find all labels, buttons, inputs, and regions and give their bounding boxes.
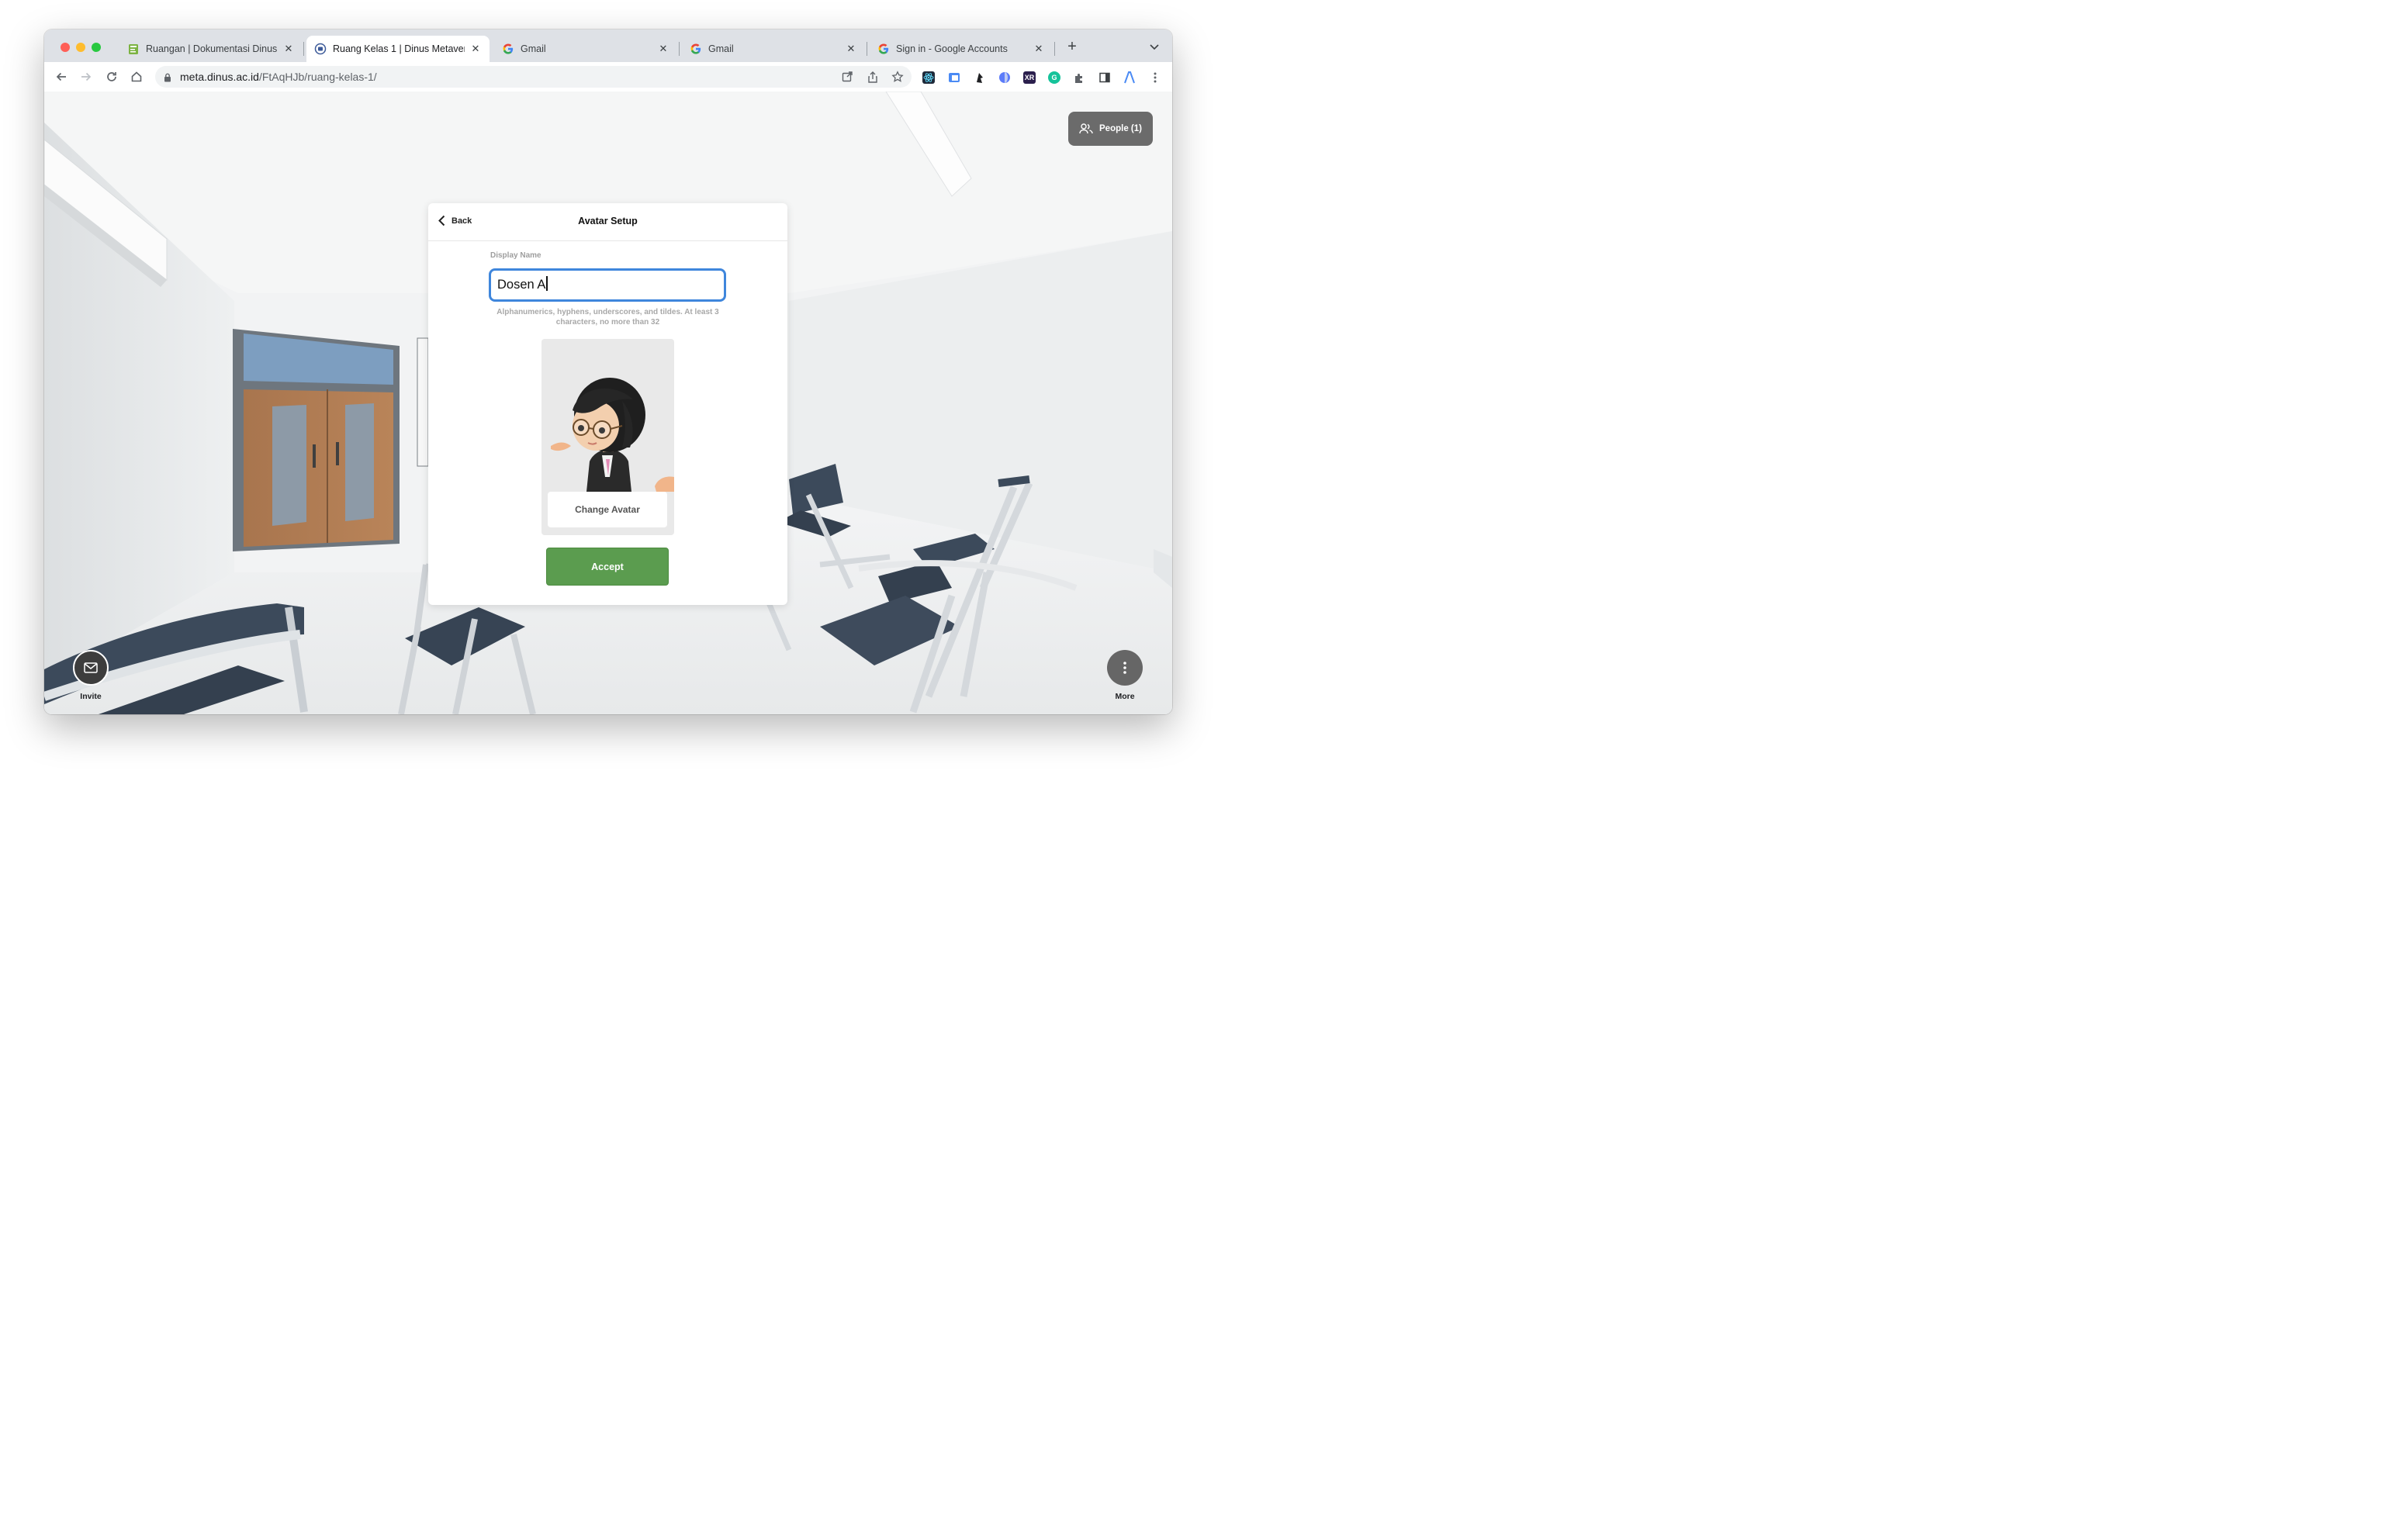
close-icon[interactable]: ✕: [845, 43, 857, 55]
share-icon[interactable]: [867, 71, 879, 83]
bird-extension-icon[interactable]: [974, 71, 986, 84]
browser-toolbar: meta.dinus.ac.id/FtAqHJb/ruang-kelas-1/ …: [44, 62, 1172, 92]
puzzle-extensions-icon[interactable]: [1073, 71, 1085, 84]
window-maximize-button[interactable]: [92, 43, 101, 52]
avatar-preview-card: Change Avatar: [541, 339, 674, 535]
xr-extension-icon[interactable]: XR: [1023, 71, 1036, 84]
tab-title: Gmail: [708, 43, 734, 54]
display-name-label: Display Name: [490, 251, 541, 260]
window-close-button[interactable]: [61, 43, 70, 52]
close-icon[interactable]: ✕: [469, 43, 482, 55]
browser-menu-icon[interactable]: [1149, 71, 1161, 84]
tab-search-chevron-icon[interactable]: [1147, 40, 1161, 54]
back-arrow-icon[interactable]: [54, 69, 69, 85]
close-icon[interactable]: ✕: [282, 43, 295, 55]
browser-tab-gmail-1[interactable]: Gmail ✕: [494, 36, 677, 62]
tab-strip: Ruangan | Dokumentasi Dinus M ✕ Ruang Ke…: [44, 29, 1172, 62]
url-path: /FtAqHJb/ruang-kelas-1/: [258, 71, 377, 83]
home-icon[interactable]: [129, 69, 144, 85]
browser-tab-google-signin[interactable]: Sign in - Google Accounts ✕: [870, 36, 1053, 62]
reload-icon[interactable]: [104, 69, 119, 85]
text-caret: [546, 276, 548, 291]
display-name-hint: Alphanumerics, hyphens, underscores, and…: [496, 308, 719, 327]
metaverse-room-viewport[interactable]: People (1) Back Avatar Setup Display Nam…: [44, 92, 1172, 714]
forward-arrow-icon[interactable]: [78, 69, 94, 85]
tab-separator: [303, 42, 304, 56]
tab-title: Ruang Kelas 1 | Dinus Metaverse: [333, 43, 465, 54]
avatar-preview-image: [551, 378, 674, 492]
dialog-title: Avatar Setup: [578, 216, 638, 226]
more-vertical-icon: [1123, 662, 1126, 674]
accept-button[interactable]: Accept: [546, 548, 669, 586]
browser-window: Ruangan | Dokumentasi Dinus M ✕ Ruang Ke…: [44, 29, 1172, 714]
google-g-icon: [502, 43, 514, 55]
grammarly-extension-icon[interactable]: G: [1048, 71, 1060, 84]
browser-tab-ruang-kelas[interactable]: Ruang Kelas 1 | Dinus Metaverse ✕: [306, 36, 490, 62]
close-icon[interactable]: ✕: [657, 43, 669, 55]
avatar-setup-dialog: Back Avatar Setup Display Name Dosen A A…: [428, 203, 787, 605]
globe-extension-icon[interactable]: [998, 71, 1011, 84]
tab-separator: [1054, 42, 1055, 56]
address-bar[interactable]: meta.dinus.ac.id/FtAqHJb/ruang-kelas-1/: [155, 66, 912, 88]
calendar-extension-icon[interactable]: [948, 71, 960, 84]
profile-icon[interactable]: [1123, 71, 1136, 84]
react-devtools-extension-icon[interactable]: [922, 71, 935, 84]
more-label: More: [1115, 692, 1135, 701]
url-host: meta.dinus.ac.id: [180, 71, 259, 83]
more-button[interactable]: [1107, 650, 1143, 686]
tab-title: Ruangan | Dokumentasi Dinus M: [146, 43, 278, 54]
window-minimize-button[interactable]: [76, 43, 85, 52]
browser-tab-gmail-2[interactable]: Gmail ✕: [682, 36, 865, 62]
tab-title: Sign in - Google Accounts: [896, 43, 1008, 54]
change-avatar-button[interactable]: Change Avatar: [548, 492, 667, 527]
dialog-header: Back Avatar Setup: [428, 203, 787, 241]
people-button[interactable]: People (1): [1068, 112, 1153, 146]
invite-label: Invite: [80, 692, 102, 701]
close-icon[interactable]: ✕: [1033, 43, 1045, 55]
invite-button[interactable]: [73, 650, 109, 686]
metaverse-logo-icon: [314, 43, 327, 55]
lock-icon: [164, 72, 171, 86]
new-tab-button[interactable]: +: [1064, 38, 1081, 55]
side-panel-icon[interactable]: [1098, 71, 1111, 84]
google-g-icon: [690, 43, 702, 55]
bookmark-star-icon[interactable]: [891, 71, 904, 83]
mail-icon: [84, 662, 98, 673]
google-g-icon: [877, 43, 890, 55]
browser-tab-docs[interactable]: Ruangan | Dokumentasi Dinus M ✕: [119, 36, 303, 62]
url-text: meta.dinus.ac.id/FtAqHJb/ruang-kelas-1/: [180, 71, 377, 83]
tab-separator: [679, 42, 680, 56]
display-name-input[interactable]: Dosen A: [489, 268, 726, 302]
people-button-label: People (1): [1099, 124, 1142, 133]
people-icon: [1079, 123, 1093, 134]
open-in-app-icon[interactable]: [841, 71, 853, 83]
docs-book-icon: [127, 43, 140, 55]
display-name-value: Dosen A: [497, 278, 546, 292]
tab-title: Gmail: [521, 43, 546, 54]
